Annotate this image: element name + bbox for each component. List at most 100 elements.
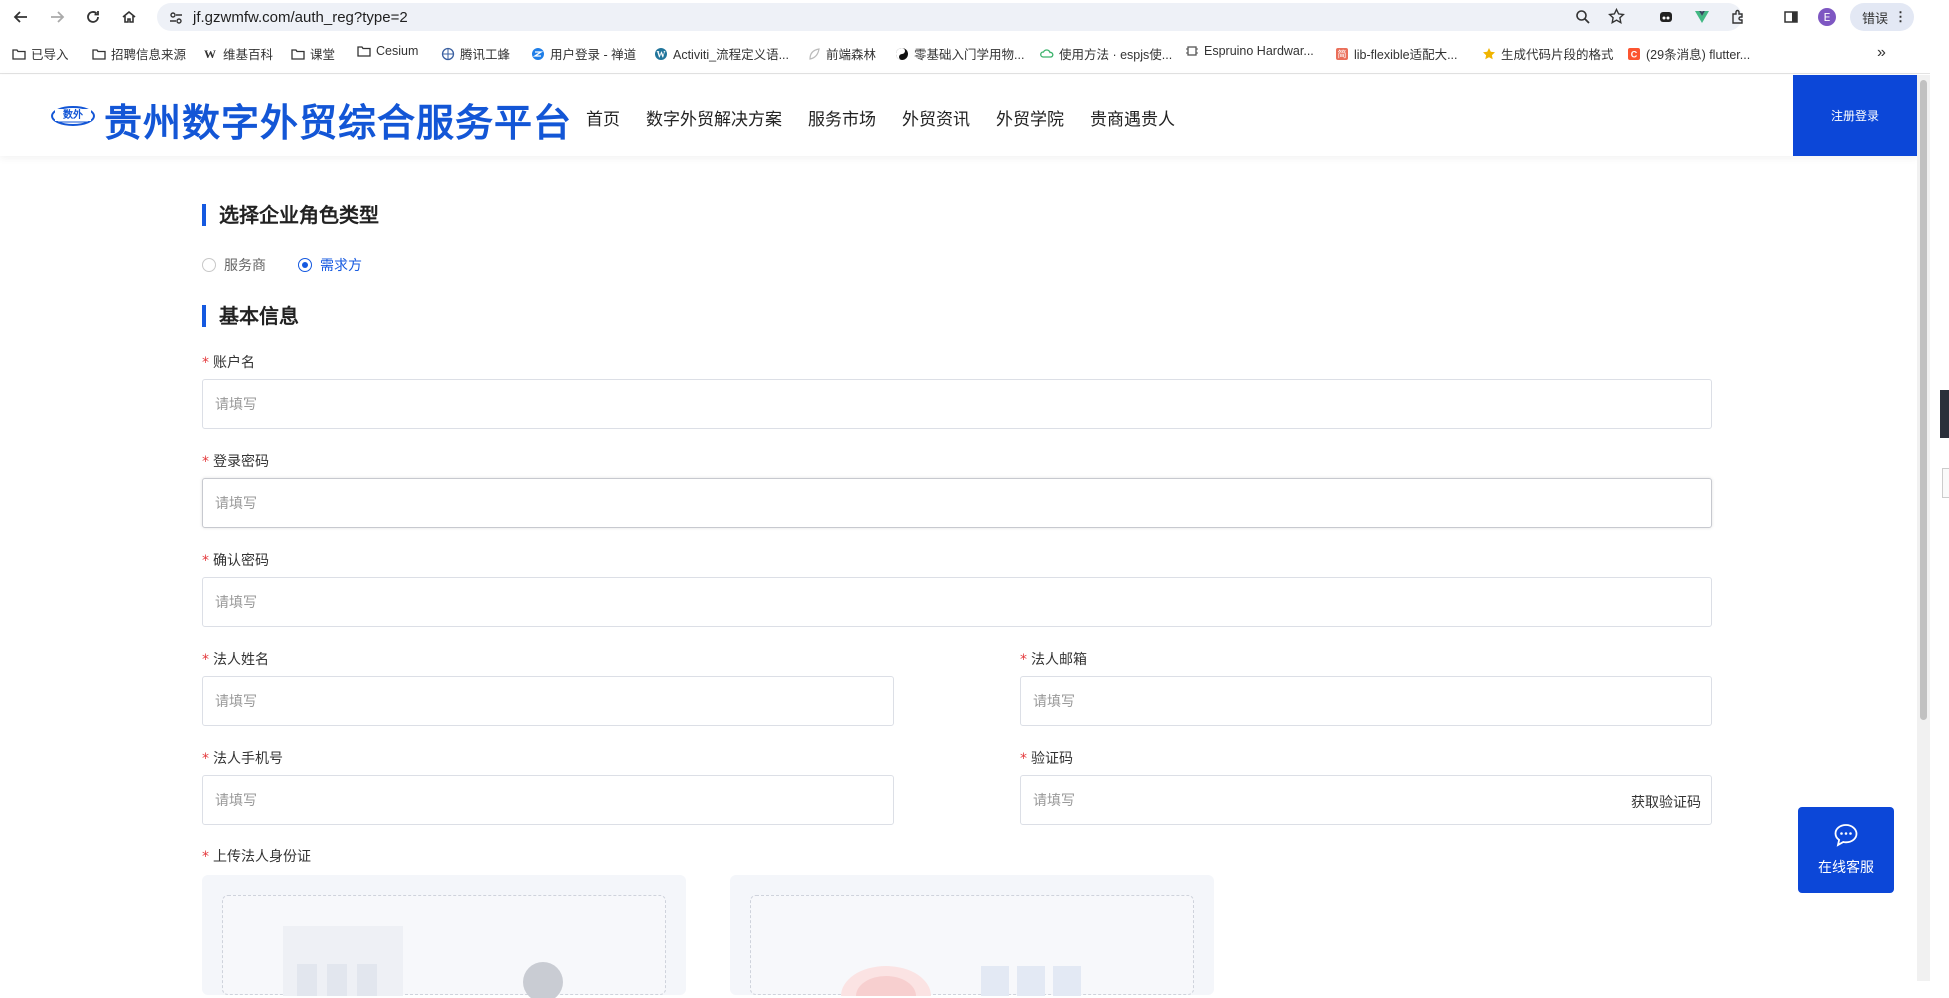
label-text: 法人手机号 — [213, 751, 283, 767]
legal-name-input[interactable]: 请填写 — [202, 676, 894, 726]
zoom-icon[interactable] — [1575, 9, 1591, 29]
bookmark-item[interactable]: W 维基百科 — [204, 44, 273, 63]
wikipedia-icon: W — [204, 46, 216, 61]
bookmark-label: 生成代码片段的格式 — [1501, 48, 1614, 62]
legal-name-label: * 法人姓名 — [202, 649, 269, 669]
label-text: 上传法人身份证 — [213, 849, 311, 865]
bookmark-label: Activiti_流程定义语... — [673, 48, 789, 62]
bookmark-label: (29条消息) flutter... — [1646, 48, 1751, 62]
bookmark-label: Cesium — [376, 44, 419, 58]
nav-guishang[interactable]: 贵商遇贵人 — [1090, 105, 1175, 130]
password-label: * 登录密码 — [202, 451, 269, 471]
bookmark-label: lib-flexible适配大... — [1354, 48, 1458, 62]
bookmark-item[interactable]: 使用方法 · espjs使... — [1040, 44, 1172, 63]
bookmark-item[interactable]: 简 lib-flexible适配大... — [1335, 44, 1458, 63]
account-label: * 账户名 — [202, 352, 255, 372]
online-service-button[interactable]: 在线客服 — [1798, 807, 1894, 893]
bookmark-item[interactable]: C (29条消息) flutter... — [1627, 44, 1750, 63]
bookmark-item[interactable]: 腾讯工蜂 — [441, 44, 510, 63]
radio-label: 需求方 — [320, 258, 362, 274]
account-input[interactable]: 请填写 — [202, 379, 1712, 429]
id-card-placeholder-icon — [283, 926, 403, 996]
forward-icon[interactable] — [46, 6, 68, 28]
upload-id-front-card[interactable] — [202, 875, 686, 998]
nav-trade-academy[interactable]: 外贸学院 — [996, 105, 1064, 130]
back-icon[interactable] — [10, 6, 32, 28]
placeholder: 请填写 — [215, 496, 257, 512]
get-verify-code-button[interactable]: 获取验证码 — [1631, 792, 1701, 812]
bookmark-item[interactable]: 前端森林 — [807, 44, 876, 63]
bookmark-item[interactable]: 生成代码片段的格式 — [1482, 44, 1614, 63]
radio-demander[interactable]: 需求方 — [298, 255, 362, 275]
placeholder: 请填写 — [1033, 694, 1075, 710]
bookmark-label: 腾讯工蜂 — [460, 48, 511, 62]
id-back-placeholder-icon — [981, 966, 1081, 996]
side-handle[interactable] — [1942, 468, 1949, 498]
site-title[interactable]: 贵州数字外贸综合服务平台 — [104, 92, 572, 147]
password-input[interactable]: 请填写 — [202, 478, 1712, 528]
svg-text:C: C — [1631, 49, 1638, 59]
radio-circle-selected[interactable] — [298, 258, 312, 272]
extensions-puzzle-icon[interactable] — [1728, 7, 1748, 27]
legal-email-input[interactable]: 请填写 — [1020, 676, 1712, 726]
address-bar[interactable]: jf.gzwmfw.com/auth_reg?type=2 — [157, 3, 1742, 31]
bookmark-label: 已导入 — [31, 48, 69, 62]
confirm-password-label: * 确认密码 — [202, 550, 269, 570]
profile-error-button[interactable]: 错误 ⋮ — [1850, 3, 1914, 31]
chat-bubble-icon — [1833, 823, 1859, 851]
upload-dropzone[interactable] — [222, 895, 666, 998]
bookmark-item[interactable]: Cesium — [357, 44, 418, 58]
folder-icon — [291, 47, 305, 61]
bookmark-label: Espruino Hardwar... — [1204, 44, 1314, 58]
scrollbar-thumb[interactable] — [1920, 80, 1927, 720]
bookmark-item[interactable]: Espruino Hardwar... — [1185, 44, 1314, 58]
placeholder: 请填写 — [215, 397, 257, 413]
nav-trade-news[interactable]: 外贸资讯 — [902, 105, 970, 130]
emblem-placeholder-icon — [841, 966, 931, 996]
upload-id-label: * 上传法人身份证 — [202, 846, 311, 866]
required-mark: * — [202, 553, 209, 569]
logo-icon[interactable]: 数外 — [50, 97, 96, 135]
more-bookmarks-chevron-icon[interactable]: » — [1877, 44, 1886, 62]
extension-dark-icon[interactable] — [1656, 7, 1676, 27]
bookmark-item[interactable]: 课堂 — [291, 44, 335, 63]
bookmark-item[interactable]: 用户登录 - 禅道 — [531, 44, 636, 63]
legal-phone-input[interactable]: 请填写 — [202, 775, 894, 825]
required-mark: * — [1020, 652, 1027, 668]
upload-dropzone[interactable] — [750, 895, 1194, 996]
svg-text:数外: 数外 — [63, 108, 83, 121]
bookmark-label: 零基础入门学用物... — [914, 48, 1025, 62]
bookmark-item[interactable]: 零基础入门学用物... — [895, 44, 1024, 63]
bookmark-item[interactable]: 已导入 — [12, 44, 69, 63]
upload-id-back-card[interactable] — [730, 875, 1214, 996]
nav-solutions[interactable]: 数字外贸解决方案 — [646, 105, 782, 130]
chip-icon — [1185, 44, 1199, 58]
zentao-icon — [531, 47, 545, 61]
reload-icon[interactable] — [82, 6, 104, 28]
radio-circle[interactable] — [202, 258, 216, 272]
label-text: 法人邮箱 — [1031, 652, 1087, 668]
register-login-button[interactable]: 注册登录 — [1793, 75, 1917, 156]
required-mark: * — [1020, 751, 1027, 767]
yinyang-icon — [895, 47, 909, 61]
side-panel-icon[interactable] — [1781, 7, 1801, 27]
verify-code-input[interactable]: 请填写 获取验证码 — [1020, 775, 1712, 825]
bookmark-item[interactable]: 招聘信息来源 — [92, 44, 186, 63]
avatar-letter: E — [1818, 8, 1836, 26]
bookmark-star-icon[interactable] — [1608, 7, 1625, 29]
required-mark: * — [202, 849, 209, 865]
home-icon[interactable] — [118, 6, 140, 28]
avatar[interactable]: E — [1817, 7, 1837, 27]
bookmark-item[interactable]: W Activiti_流程定义语... — [654, 44, 789, 63]
site-info-icon[interactable] — [169, 10, 183, 29]
confirm-password-input[interactable]: 请填写 — [202, 577, 1712, 627]
radio-service-provider[interactable]: 服务商 — [202, 255, 266, 275]
globe-icon — [441, 47, 455, 61]
placeholder: 请填写 — [215, 595, 257, 611]
nav-service-market[interactable]: 服务市场 — [808, 105, 876, 130]
vue-devtools-icon[interactable] — [1692, 7, 1712, 27]
side-tab[interactable] — [1940, 390, 1949, 438]
nav-home[interactable]: 首页 — [586, 105, 620, 130]
folder-icon — [92, 47, 106, 61]
more-menu-icon[interactable]: ⋮ — [1894, 9, 1907, 25]
